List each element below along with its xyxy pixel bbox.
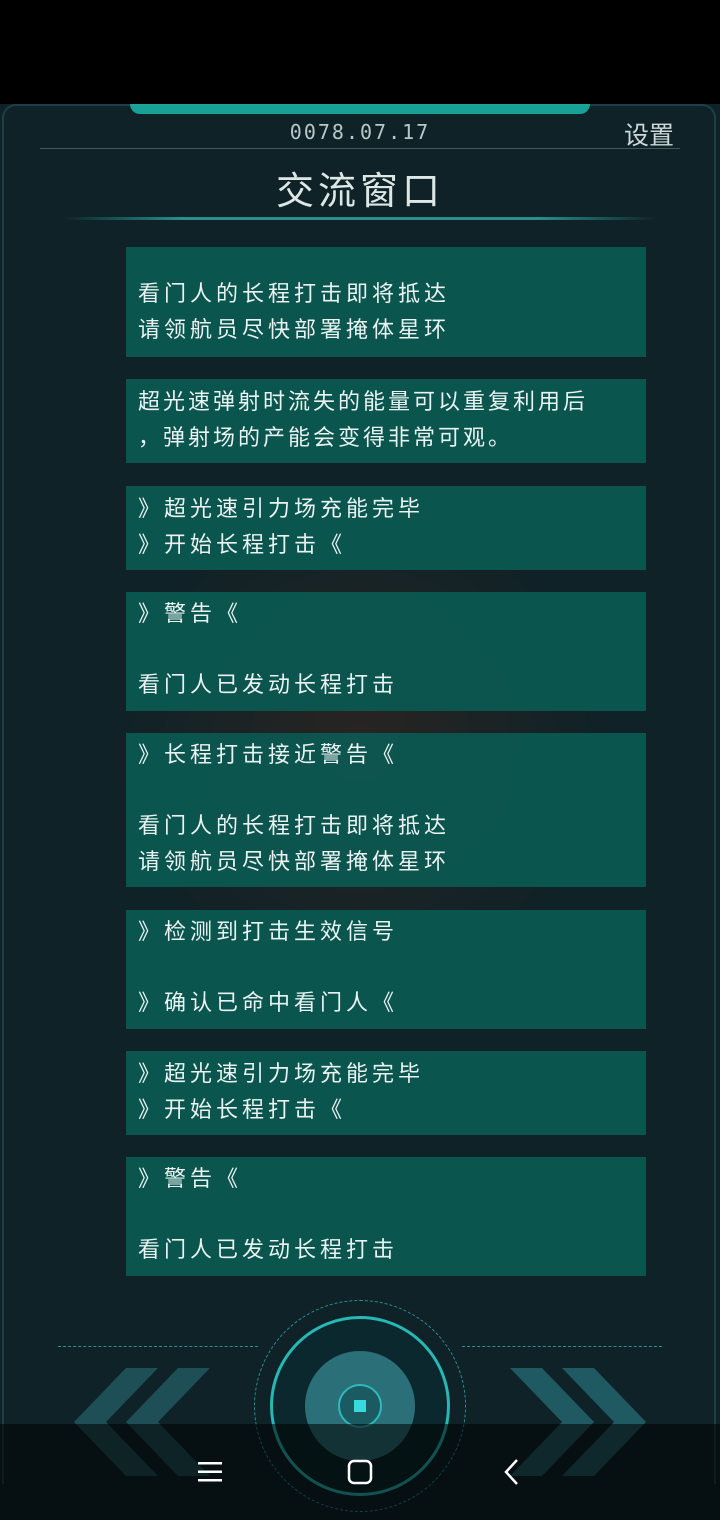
message-card: 》警告《 看门人已发动长程打击 — [126, 1157, 646, 1276]
message-line: 看门人已发动长程打击 — [138, 673, 399, 698]
message-gap — [138, 951, 640, 986]
message-card: 超光速弹射时流失的能量可以重复利用后 ，弹射场的产能会变得非常可观。 — [126, 379, 646, 463]
message-line: 请领航员尽快部署掩体星环 — [138, 318, 451, 343]
message-line: 》警告《 — [138, 1167, 243, 1192]
message-line: 》开始长程打击《 — [138, 1098, 347, 1123]
message-line: 超光速弹射时流失的能量可以重复利用后 — [138, 390, 589, 415]
message-gap — [138, 774, 640, 809]
message-line: 看门人的长程打击即将抵达 — [138, 282, 451, 307]
message-card: 看门人的长程打击即将抵达 请领航员尽快部署掩体星环 — [126, 247, 646, 357]
settings-button[interactable]: 设置 — [624, 116, 674, 152]
message-line: 》长程打击接近警告《 — [138, 743, 399, 768]
home-square-icon[interactable] — [336, 1448, 384, 1496]
message-line: 》警告《 — [138, 602, 243, 627]
message-card: 》超光速引力场充能完毕 》开始长程打击《 — [126, 486, 646, 570]
right-dashed-rail — [462, 1346, 662, 1347]
menu-icon[interactable] — [186, 1448, 234, 1496]
message-line: 》超光速引力场充能完毕 — [138, 1062, 425, 1087]
message-line: 》确认已命中看门人《 — [138, 991, 399, 1016]
message-line: 》开始长程打击《 — [138, 533, 347, 558]
header-divider — [40, 148, 680, 149]
message-line: 看门人已发动长程打击 — [138, 1238, 399, 1263]
message-line: 》检测到打击生效信号 — [138, 920, 399, 945]
message-card: 》警告《 看门人已发动长程打击 — [126, 592, 646, 711]
message-card: 》检测到打击生效信号 》确认已命中看门人《 — [126, 910, 646, 1029]
action-knob-icon — [354, 1400, 366, 1412]
left-dashed-rail — [58, 1346, 258, 1347]
message-gap — [138, 1198, 640, 1233]
message-card: 》超光速引力场充能完毕 》开始长程打击《 — [126, 1051, 646, 1135]
top-glow-bar — [130, 104, 590, 114]
message-line: 请领航员尽快部署掩体星环 — [138, 850, 451, 875]
title-underline — [62, 217, 658, 220]
message-gap — [138, 633, 640, 668]
message-line: 》超光速引力场充能完毕 — [138, 497, 425, 522]
date-display: 0078.07.17 — [289, 120, 431, 144]
back-chevron-icon[interactable] — [488, 1448, 536, 1496]
page-title: 交流窗口 — [275, 169, 444, 213]
message-card: 》长程打击接近警告《 看门人的长程打击即将抵达 请领航员尽快部署掩体星环 — [126, 733, 646, 887]
message-line: ，弹射场的产能会变得非常可观。 — [138, 426, 514, 451]
message-line: 看门人的长程打击即将抵达 — [138, 814, 451, 839]
